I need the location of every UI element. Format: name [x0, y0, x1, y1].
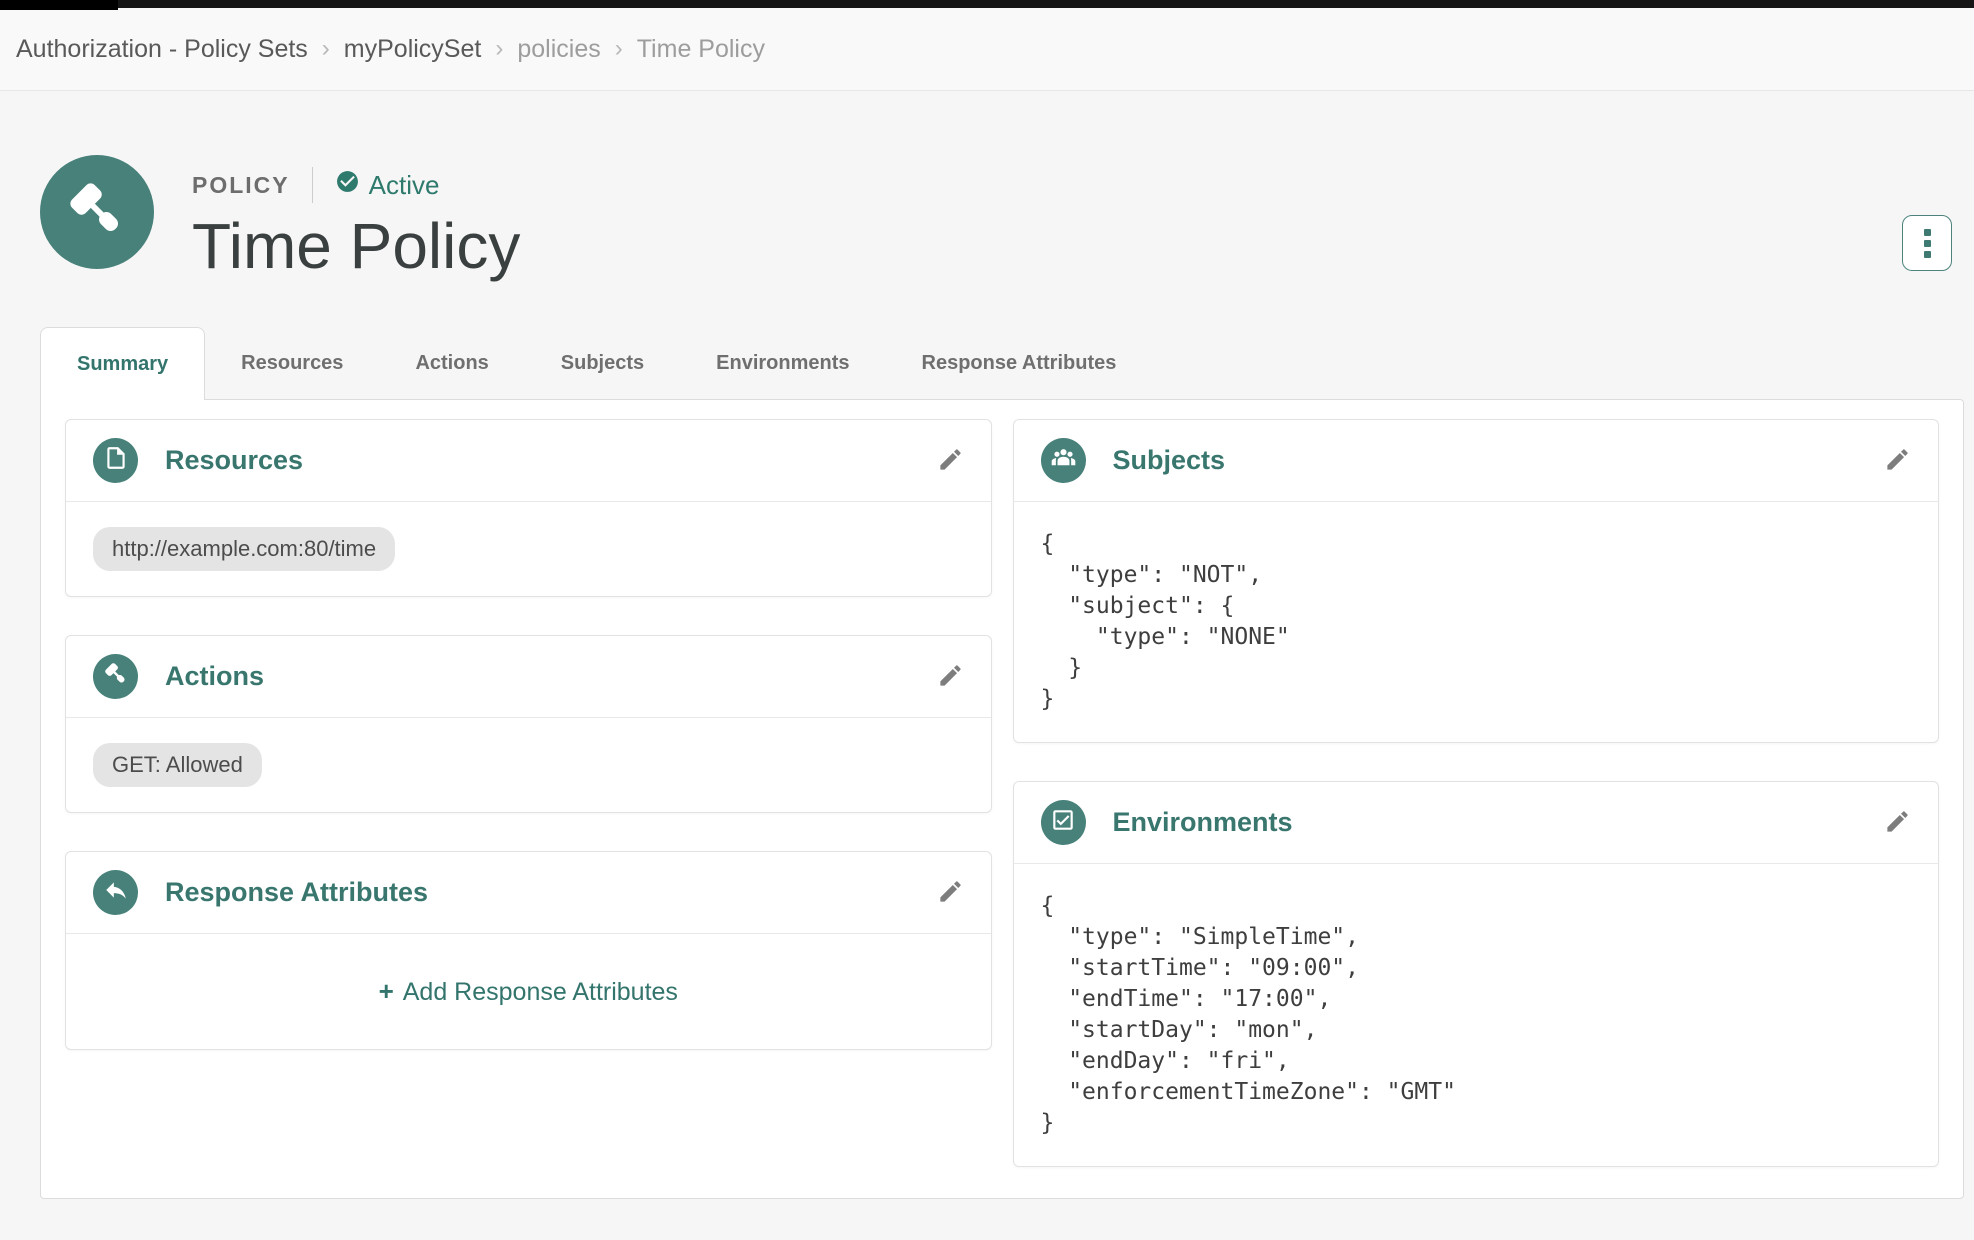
policy-header: POLICY Active Time Policy [40, 155, 1964, 281]
subjects-card-title: Subjects [1113, 445, 1226, 476]
tab-bar: Summary Resources Actions Subjects Envir… [40, 327, 1964, 399]
environments-card-title: Environments [1113, 807, 1293, 838]
check-circle-icon [335, 169, 369, 201]
pencil-icon [1884, 446, 1911, 476]
breadcrumb-separator: › [495, 35, 503, 63]
tab-environments[interactable]: Environments [680, 327, 885, 399]
file-icon [103, 445, 129, 476]
page-title: Time Policy [192, 211, 1902, 281]
policy-avatar [40, 155, 154, 269]
policy-header-text: POLICY Active Time Policy [192, 155, 1902, 281]
tab-resources[interactable]: Resources [205, 327, 379, 399]
plus-icon: + [379, 976, 394, 1007]
environments-card-icon-circle [1041, 800, 1086, 845]
summary-panel: Resources http://example.com:80/time [40, 399, 1964, 1199]
breadcrumb-item-policy-sets[interactable]: Authorization - Policy Sets [16, 35, 308, 64]
resources-edit-button[interactable] [937, 446, 964, 476]
subjects-json: { "type": "NOT", "subject": { "type": "N… [1014, 502, 1939, 742]
pencil-icon [937, 446, 964, 476]
more-actions-button[interactable] [1902, 215, 1952, 271]
gavel-icon [65, 178, 129, 247]
top-bar [0, 0, 1974, 8]
response-attributes-card: Response Attributes + Add Re [65, 851, 992, 1050]
pencil-icon [937, 878, 964, 908]
tab-subjects[interactable]: Subjects [525, 327, 680, 399]
response-attributes-card-title: Response Attributes [165, 877, 428, 908]
check-square-icon [1050, 807, 1076, 838]
environments-card: Environments { "type": "SimpleTime", "st… [1013, 781, 1940, 1167]
actions-card: Actions GET: Allowed [65, 635, 992, 813]
resources-card-title: Resources [165, 445, 303, 476]
right-column: Subjects { "type": "NOT", "subject": { "… [1013, 419, 1940, 1205]
policy-type-label: POLICY [192, 172, 290, 199]
main-content: POLICY Active Time Policy Summary R [0, 155, 1974, 1199]
kebab-menu-icon [1924, 229, 1931, 236]
resource-chip: http://example.com:80/time [93, 527, 395, 571]
subjects-edit-button[interactable] [1884, 446, 1911, 476]
add-response-attributes-label: Add Response Attributes [403, 978, 678, 1007]
breadcrumb: Authorization - Policy Sets › myPolicySe… [0, 8, 1974, 91]
tab-summary[interactable]: Summary [40, 327, 205, 400]
environments-edit-button[interactable] [1884, 808, 1911, 838]
resources-card: Resources http://example.com:80/time [65, 419, 992, 597]
actions-card-icon-circle [93, 654, 138, 699]
response-attributes-edit-button[interactable] [937, 878, 964, 908]
pencil-icon [1884, 808, 1911, 838]
top-bar-notch [0, 0, 118, 10]
left-column: Resources http://example.com:80/time [65, 419, 992, 1205]
header-divider [312, 167, 313, 203]
resources-card-icon-circle [93, 438, 138, 483]
tab-actions[interactable]: Actions [379, 327, 524, 399]
response-attributes-card-icon-circle [93, 870, 138, 915]
subjects-card-icon-circle [1041, 438, 1086, 483]
tab-response-attributes[interactable]: Response Attributes [886, 327, 1153, 399]
gavel-icon [103, 661, 129, 692]
kebab-menu-icon [1924, 240, 1931, 247]
pencil-icon [937, 662, 964, 692]
status-badge: Active [335, 169, 440, 201]
breadcrumb-separator: › [322, 35, 330, 63]
add-response-attributes-link[interactable]: + Add Response Attributes [379, 976, 678, 1007]
breadcrumb-separator: › [615, 35, 623, 63]
breadcrumb-item-policies[interactable]: policies [517, 35, 600, 64]
breadcrumb-item-mypolicyset[interactable]: myPolicySet [344, 35, 482, 64]
reply-arrow-icon [103, 877, 129, 908]
actions-card-title: Actions [165, 661, 264, 692]
users-icon [1050, 445, 1077, 477]
environments-json: { "type": "SimpleTime", "startTime": "09… [1014, 864, 1939, 1166]
kebab-menu-icon [1924, 251, 1931, 258]
status-label: Active [369, 170, 440, 201]
subjects-card: Subjects { "type": "NOT", "subject": { "… [1013, 419, 1940, 743]
action-chip: GET: Allowed [93, 743, 262, 787]
actions-edit-button[interactable] [937, 662, 964, 692]
breadcrumb-item-current: Time Policy [637, 35, 765, 64]
